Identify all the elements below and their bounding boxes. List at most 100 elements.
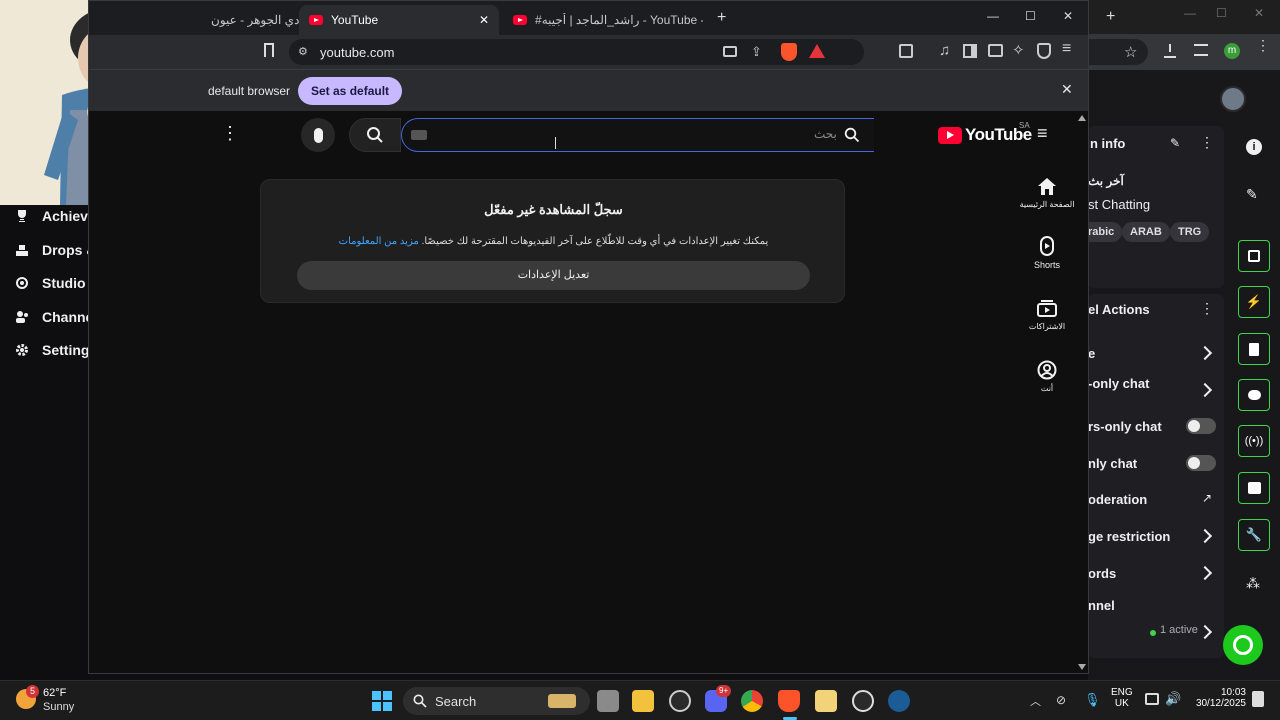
display-icon[interactable] [1145,693,1159,705]
obs-icon[interactable] [669,690,691,712]
app-icon[interactable] [815,690,837,712]
scroll-up-icon[interactable] [1078,115,1086,121]
action-row-label[interactable]: -only chat [1088,376,1149,391]
chevron-right-icon[interactable] [1197,565,1213,581]
language-indicator[interactable]: ENG UK [1111,687,1133,709]
chrome-new-tab-button[interactable]: + [1106,8,1115,26]
menu-icon[interactable]: ≡ [1062,40,1071,58]
quick-action-chat[interactable] [1238,379,1270,411]
star-icon[interactable]: ☆ [1124,43,1137,61]
search-button[interactable] [349,118,401,152]
learn-more-link[interactable]: مزيد من المعلومات [339,236,419,247]
tab-other[interactable]: عبادي الجوهر - عيون [201,5,301,35]
quick-action-camera[interactable] [1238,472,1270,504]
action-row-label[interactable]: ords [1088,566,1116,581]
quick-action-clip[interactable] [1238,240,1270,272]
edit-icon[interactable]: ✎ [1170,136,1180,150]
nav-studio[interactable]: Studio [14,271,86,295]
sidebar-item-shorts[interactable]: Shorts [1017,235,1077,270]
wallet-icon[interactable] [988,44,1003,57]
steelseries-icon[interactable] [852,690,874,712]
site-info-icon[interactable]: ⚙ [298,45,308,58]
new-tab-button[interactable]: + [717,9,726,27]
keyboard-icon[interactable] [411,130,427,140]
screenshot-icon[interactable] [899,44,913,58]
brave-shields-icon[interactable] [781,43,797,61]
notification-icon[interactable] [1252,691,1264,707]
scroll-down-icon[interactable] [1078,664,1086,670]
media-icon[interactable] [1194,44,1208,56]
search-input[interactable]: بحث [401,118,874,152]
music-icon[interactable]: ♫ [939,42,950,59]
tag[interactable]: ARAB [1122,222,1170,242]
bookmark-icon[interactable] [264,43,274,57]
address-bar[interactable]: ⚙ youtube.com ⇪ [289,39,864,65]
chrome-maximize-button[interactable]: ☐ [1216,6,1227,20]
weather-temp[interactable]: 62°F [43,687,66,699]
profile-avatar[interactable]: m [1224,43,1240,59]
set-as-default-button[interactable]: Set as default [298,77,403,105]
followers-only-toggle[interactable] [1186,418,1216,434]
steam-icon[interactable] [888,690,910,712]
youtube-logo[interactable]: YouTube [938,125,1032,145]
weather-desc[interactable]: Sunny [43,701,74,713]
infobar-close-icon[interactable]: ✕ [1061,81,1073,98]
chrome-address-fragment[interactable] [1088,39,1148,65]
chevron-up-icon[interactable]: ︿ [1030,693,1041,709]
action-row-label[interactable]: oderation [1088,492,1147,507]
sidebar-item-you[interactable]: أنت [1017,359,1077,393]
chrome-menu-icon[interactable]: ⋮ [1256,38,1270,60]
sidebar-icon[interactable] [963,44,977,58]
sidebar-item-subscriptions[interactable]: الاشتراكات [1017,297,1077,331]
brave-rewards-icon[interactable] [809,44,825,58]
network-off-icon[interactable]: ⊘ [1056,693,1066,707]
clock[interactable]: 10:03 30/12/2025 [1190,687,1246,709]
tag[interactable]: TRG [1170,222,1210,242]
quick-action-tools[interactable]: 🔧 [1238,519,1270,551]
chrome-close-button[interactable]: ✕ [1254,6,1264,20]
download-icon[interactable] [1164,44,1176,58]
nav-drops[interactable]: Drops & [14,238,96,262]
hamburger-menu-icon[interactable]: ≡ [1037,123,1048,144]
pencil-icon[interactable]: ✎ [1246,186,1258,203]
share-icon[interactable]: ⇪ [751,44,762,60]
nav-channel[interactable]: Channe [14,305,93,329]
chrome-minimize-button[interactable]: — [1184,6,1196,20]
taskbar-search[interactable]: Search [403,687,590,715]
tab-youtube-active[interactable]: YouTube ✕ [299,5,499,35]
more-options-icon[interactable]: ⋮ [221,123,239,144]
chevron-right-icon[interactable] [1197,624,1213,640]
vpn-icon[interactable] [1037,43,1051,59]
quick-action-broadcast[interactable]: ((•)) [1238,425,1270,457]
info-icon[interactable]: i [1246,139,1262,155]
action-row-label[interactable]: e [1088,346,1095,361]
nav-settings[interactable]: Setting [14,338,89,362]
chrome-icon[interactable] [741,690,763,712]
tab-youtube-music[interactable]: #راشد_الماجد | أجيبه - YouTube - bah [503,5,713,35]
microphone-icon[interactable]: 🎙 [1084,692,1101,708]
maximize-button[interactable]: ☐ [1025,9,1036,23]
emote-only-toggle[interactable] [1186,455,1216,471]
nav-achievements[interactable]: Achiev [14,204,88,228]
external-link-icon[interactable]: ↗ [1202,491,1212,505]
voice-search-button[interactable] [301,118,335,152]
quick-action-boost[interactable]: ⚡ [1238,286,1270,318]
more-options-icon[interactable]: ⋮ [1200,300,1214,317]
quick-action-notes[interactable] [1238,333,1270,365]
volume-icon[interactable]: 🔊 [1165,691,1181,707]
start-button[interactable] [372,691,392,711]
sidebar-item-home[interactable]: الصفحة الرئيسية [1017,175,1077,209]
close-icon[interactable]: ✕ [479,13,489,27]
change-settings-button[interactable]: تعديل الإعدادات [297,261,810,290]
file-explorer-icon[interactable] [632,690,654,712]
install-app-icon[interactable] [723,46,737,57]
task-view-icon[interactable] [597,690,619,712]
avatar[interactable] [1220,86,1246,112]
minimize-button[interactable]: — [987,9,999,23]
action-row-label[interactable]: ge restriction [1088,529,1170,544]
more-options-icon[interactable]: ⋮ [1200,134,1214,151]
leo-ai-icon[interactable]: ✧ [1012,41,1025,59]
close-button[interactable]: ✕ [1063,9,1073,23]
brave-icon[interactable] [778,690,800,712]
chevron-right-icon[interactable] [1197,345,1213,361]
